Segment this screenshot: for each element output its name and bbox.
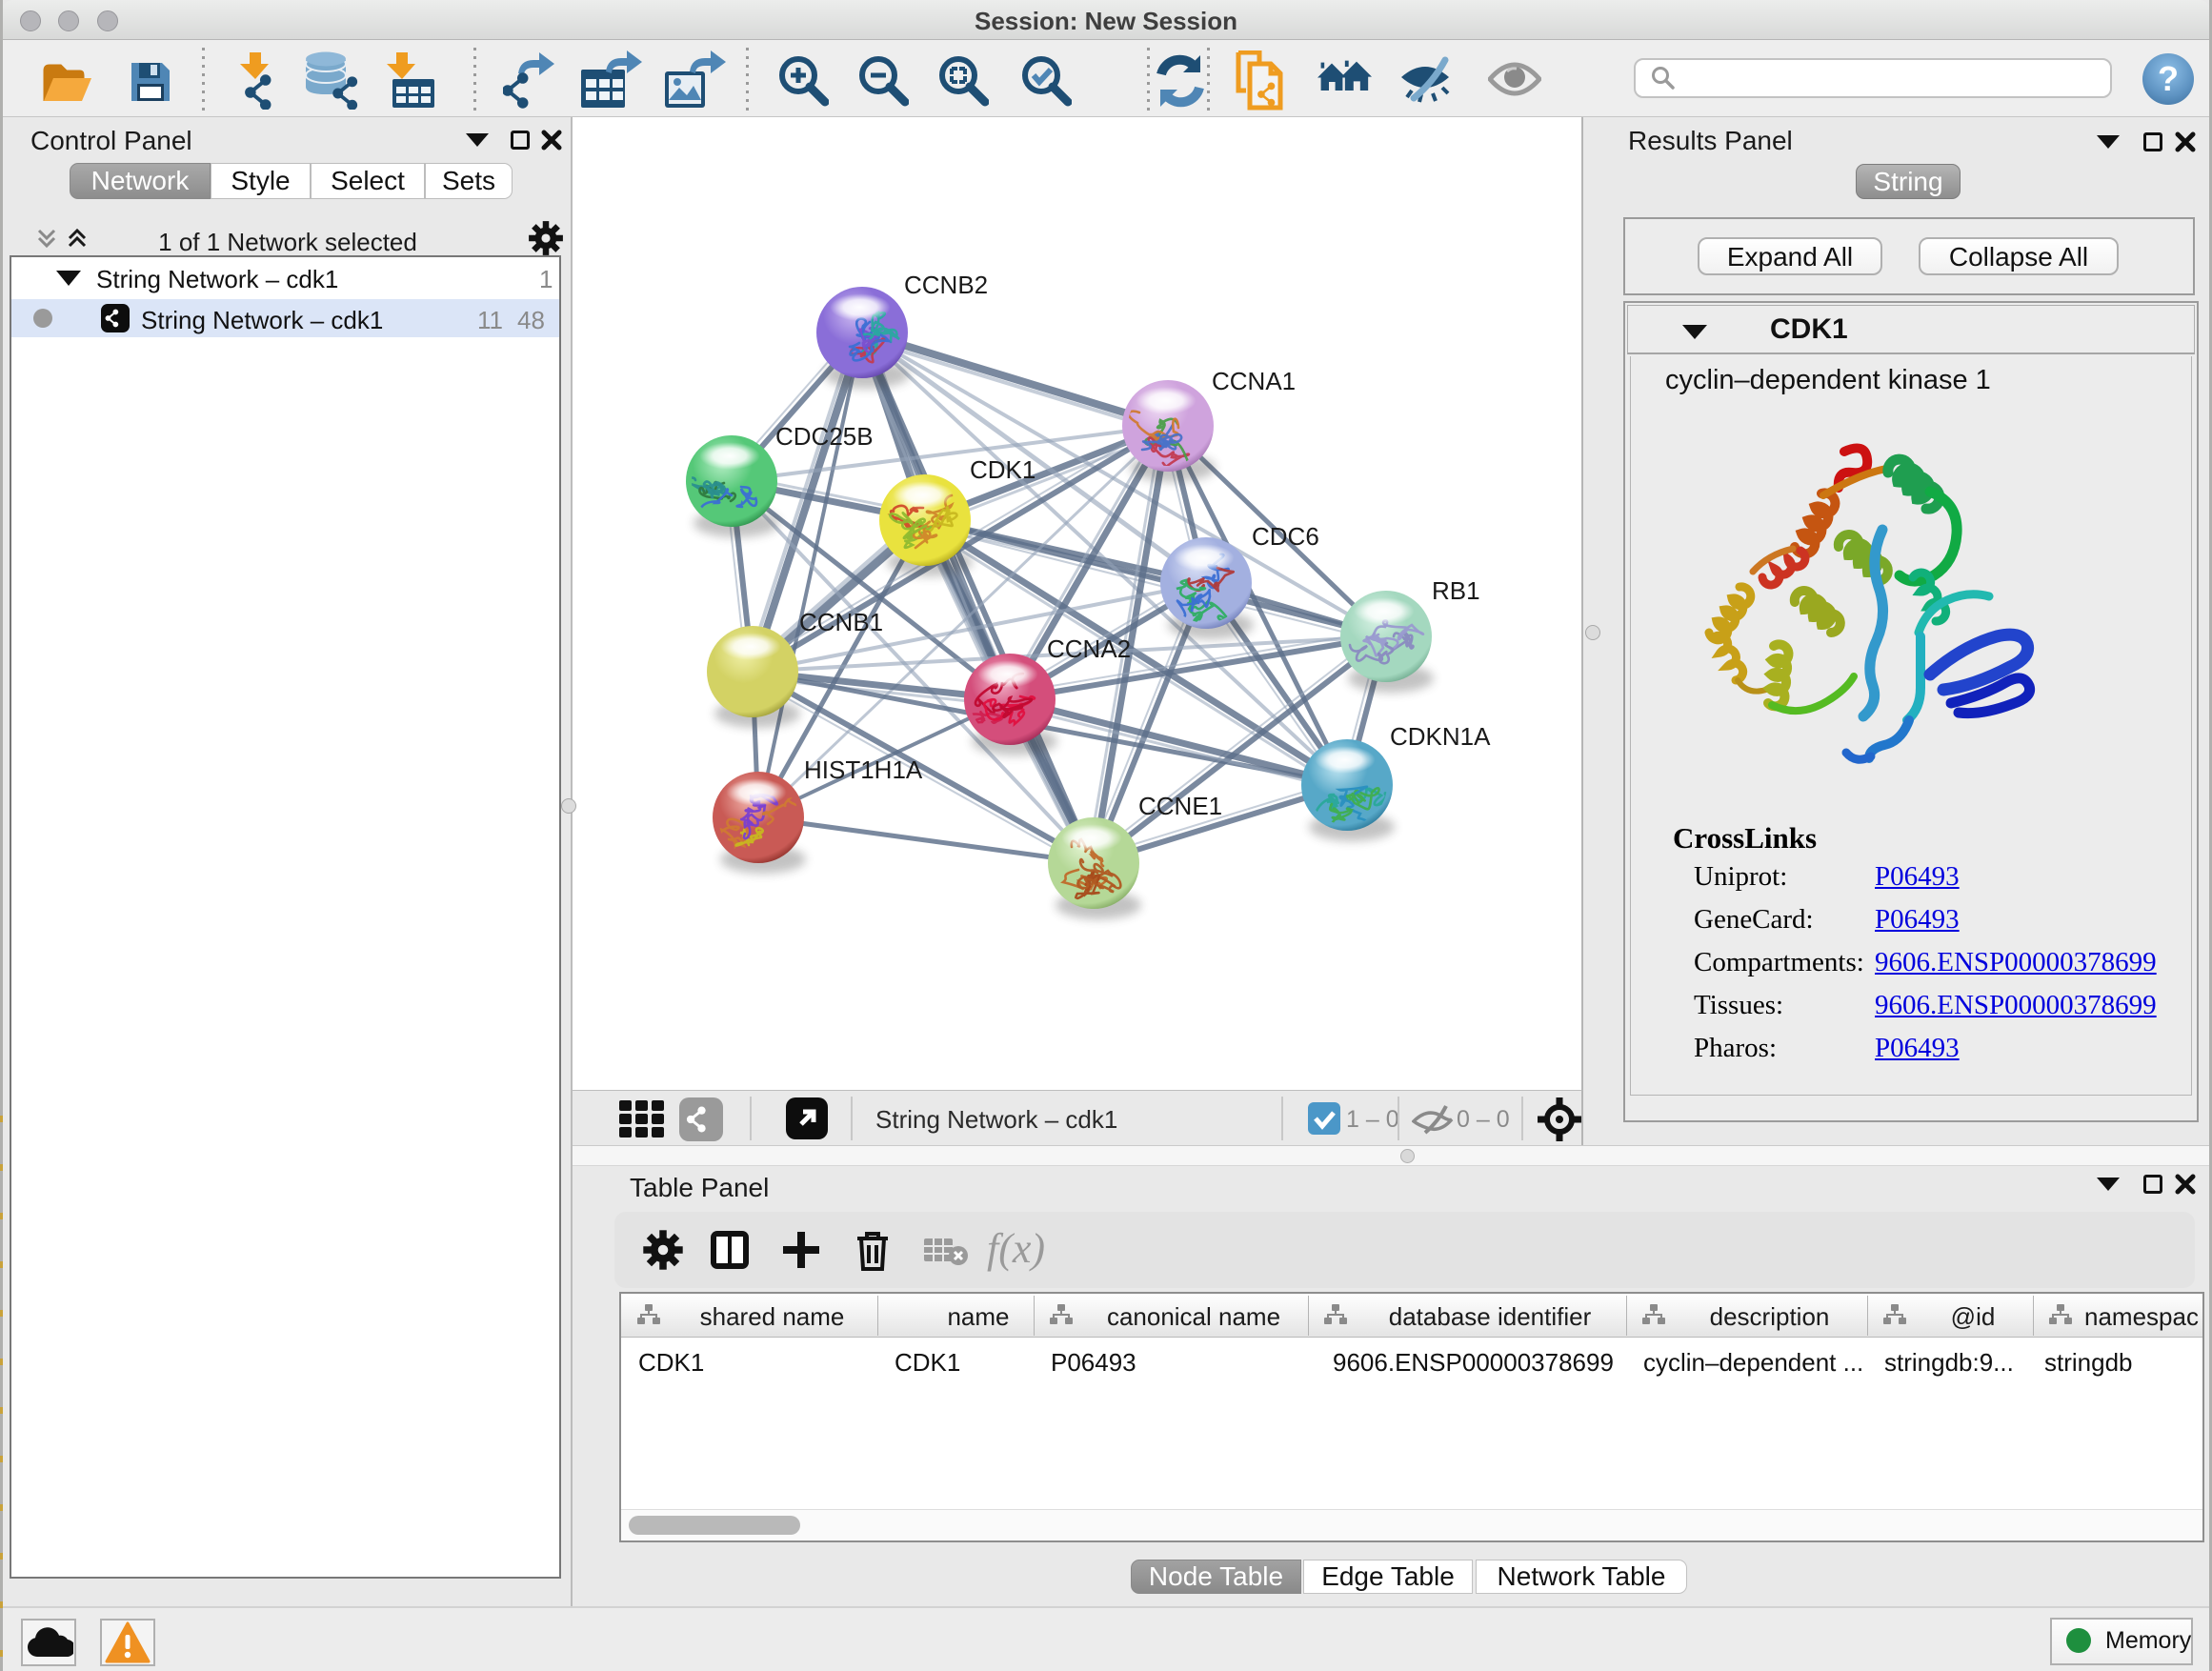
svg-text:CCNB1: CCNB1 bbox=[799, 608, 883, 636]
svg-text:CCNB2: CCNB2 bbox=[904, 271, 988, 299]
svg-text:CCNE1: CCNE1 bbox=[1138, 792, 1222, 820]
svg-text:HIST1H1A: HIST1H1A bbox=[804, 755, 923, 784]
svg-text:CDK1: CDK1 bbox=[970, 455, 1036, 484]
svg-text:CCNA2: CCNA2 bbox=[1047, 634, 1131, 663]
svg-text:CDC6: CDC6 bbox=[1252, 522, 1319, 551]
svg-text:CDKN1A: CDKN1A bbox=[1390, 722, 1491, 751]
svg-text:CCNA1: CCNA1 bbox=[1212, 367, 1296, 395]
svg-text:RB1: RB1 bbox=[1432, 576, 1480, 605]
svg-text:?: ? bbox=[2158, 59, 2179, 98]
svg-text:CDC25B: CDC25B bbox=[775, 422, 874, 451]
